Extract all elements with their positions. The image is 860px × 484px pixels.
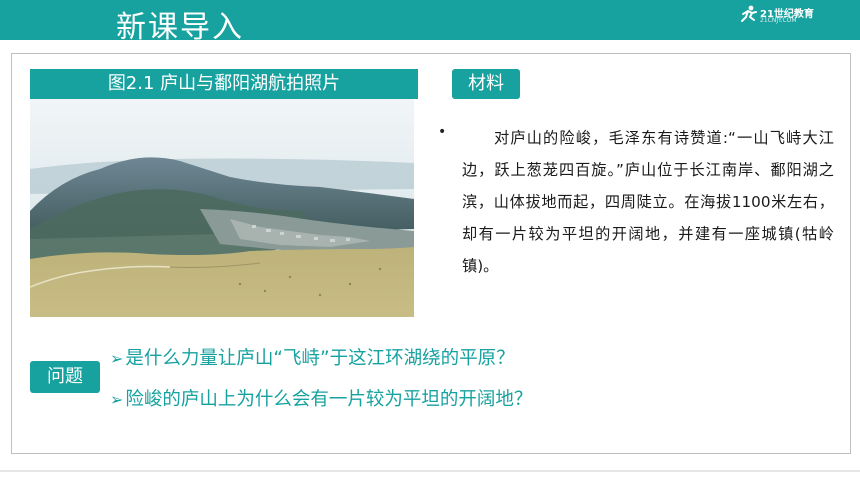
material-tag: 材料 [452,69,520,99]
question-item: ➢ 是什么力量让庐山“飞峙”于这江环湖绕的平原？ [110,344,515,370]
question-tag: 问题 [30,361,100,393]
material-text: 对庐山的险峻，毛泽东有诗赞道:“一山飞峙大江边，跃上葱茏四百旋。”庐山位于长江南… [462,129,834,275]
page-title: 新课导入 [116,10,244,40]
lushan-aerial-photo [30,99,414,317]
logo-subtext: 21CNJY.COM [760,17,797,24]
arrow-bullet-icon: ➢ [110,390,124,409]
figure-caption: 图2.1 庐山与鄱阳湖航拍照片 [30,69,418,99]
question-item: ➢ 险峻的庐山上为什么会有一片较为平坦的开阔地？ [110,385,532,411]
brand-logo: 21世纪教育 21CNJY.COM [740,4,826,26]
question-text: 是什么力量让庐山“飞峙”于这江环湖绕的平原？ [125,348,515,369]
bottom-divider [0,470,860,472]
header-bar: 新课导入 21世纪教育 21CNJY.COM [0,0,860,40]
material-bullet: • [438,124,447,140]
runner-logo-icon [741,5,757,22]
arrow-bullet-icon: ➢ [110,349,124,368]
question-text: 险峻的庐山上为什么会有一片较为平坦的开阔地？ [125,389,533,410]
